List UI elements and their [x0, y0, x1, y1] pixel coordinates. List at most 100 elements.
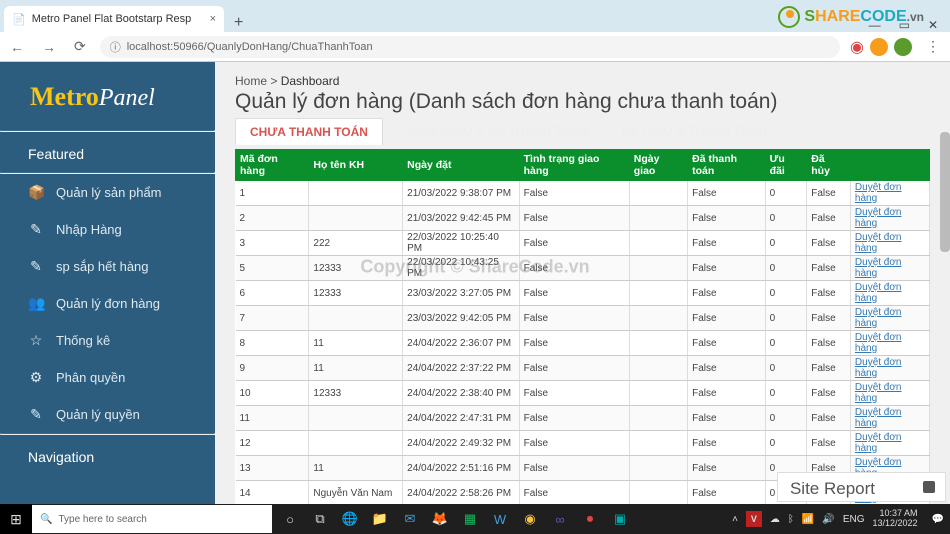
table-cell: [629, 356, 687, 381]
firefox-icon[interactable]: 🦊: [426, 505, 454, 533]
cortana-icon[interactable]: ○: [276, 505, 304, 533]
approve-order-link[interactable]: Duyệt đơn hàng: [855, 432, 902, 454]
table-row: 61233323/03/2022 3:27:05 PMFalseFalse0Fa…: [236, 281, 930, 306]
table-cell: 24/04/2022 2:38:40 PM: [403, 381, 519, 406]
site-report-toggle-icon[interactable]: [923, 481, 935, 493]
menu-label: Quản lý sản phẩm: [56, 185, 162, 200]
notifications-icon[interactable]: 💬: [932, 514, 944, 525]
close-window-icon[interactable]: ✕: [928, 18, 938, 32]
table-cell: False: [688, 456, 766, 481]
browser-tab[interactable]: 📄 Metro Panel Flat Bootstarp Resp ×: [4, 6, 224, 32]
new-tab-button[interactable]: +: [224, 14, 253, 32]
menu-icon: ✎: [28, 258, 44, 275]
excel-icon[interactable]: ▦: [456, 505, 484, 533]
tab-0[interactable]: CHƯA THANH TOÁN: [235, 118, 383, 145]
menu-label: Quản lý quyền: [56, 407, 140, 422]
sharecode-logo-icon: [778, 6, 800, 28]
table-cell: 5: [236, 256, 309, 281]
site-report-panel[interactable]: Site Report: [777, 472, 946, 502]
approve-order-link[interactable]: Duyệt đơn hàng: [855, 332, 902, 354]
table-cell: 24/04/2022 2:47:31 PM: [403, 406, 519, 431]
table-cell: 12333: [309, 256, 403, 281]
tab-title: Metro Panel Flat Bootstarp Resp: [32, 13, 192, 25]
record-icon[interactable]: ⏺: [576, 505, 604, 533]
menu-label: sp sắp hết hàng: [56, 259, 149, 274]
extension-icon[interactable]: [870, 38, 888, 56]
tray-app-icon[interactable]: V: [746, 511, 762, 527]
approve-order-link[interactable]: Duyệt đơn hàng: [855, 407, 902, 429]
taskbar-clock[interactable]: 10:37 AM 13/12/2022: [873, 509, 924, 529]
approve-order-link[interactable]: Duyệt đơn hàng: [855, 282, 902, 304]
app-icon[interactable]: ▣: [606, 505, 634, 533]
table-cell: False: [519, 231, 629, 256]
approve-order-link[interactable]: Duyệt đơn hàng: [855, 182, 902, 204]
approve-order-link[interactable]: Duyệt đơn hàng: [855, 357, 902, 379]
table-cell: False: [688, 331, 766, 356]
table-row: 51233322/03/2022 10:43:25 PMFalseFalse0F…: [236, 256, 930, 281]
sidebar-item-0[interactable]: 📦Quản lý sản phẩm: [0, 174, 215, 211]
table-row: 121/03/2022 9:38:07 PMFalseFalse0FalseDu…: [236, 181, 930, 206]
extension-icon[interactable]: ◉: [850, 37, 864, 57]
address-bar[interactable]: ⓘ localhost:50966/QuanlyDonHang/ChuaThan…: [100, 36, 840, 58]
visualstudio-icon[interactable]: ∞: [546, 505, 574, 533]
sidebar-item-6[interactable]: ✎Quản lý quyền: [0, 396, 215, 433]
sidebar-item-5[interactable]: ⚙Phân quyền: [0, 359, 215, 396]
start-button[interactable]: ⊞: [0, 504, 32, 534]
back-icon[interactable]: ←: [6, 39, 28, 55]
scrollbar-thumb[interactable]: [940, 132, 950, 252]
network-icon[interactable]: 📶: [802, 514, 814, 525]
table-cell: 21/03/2022 9:38:07 PM: [403, 181, 519, 206]
sidebar-item-3[interactable]: 👥Quản lý đơn hàng: [0, 285, 215, 322]
approve-order-link[interactable]: Duyệt đơn hàng: [855, 382, 902, 404]
table-cell: 23/03/2022 9:42:05 PM: [403, 306, 519, 331]
sidebar-item-4[interactable]: ☆Thống kê: [0, 322, 215, 359]
table-cell: [629, 381, 687, 406]
table-cell: 22/03/2022 10:25:40 PM: [403, 231, 519, 256]
menu-icon[interactable]: ⋮: [922, 38, 944, 55]
bluetooth-icon[interactable]: ᛒ: [788, 514, 794, 525]
table-row: 91124/04/2022 2:37:22 PMFalseFalse0False…: [236, 356, 930, 381]
column-header: [850, 150, 929, 181]
close-icon[interactable]: ×: [210, 13, 216, 25]
mail-icon[interactable]: ✉: [396, 505, 424, 533]
sidebar-item-1[interactable]: ✎Nhập Hàng: [0, 211, 215, 248]
column-header: Ngày giao: [629, 150, 687, 181]
edge-icon[interactable]: 🌐: [336, 505, 364, 533]
forward-icon[interactable]: →: [38, 39, 60, 55]
onedrive-icon[interactable]: ☁: [770, 514, 780, 525]
explorer-icon[interactable]: 📁: [366, 505, 394, 533]
table-cell: 0: [765, 206, 807, 231]
extension-icon[interactable]: [894, 38, 912, 56]
table-cell: 0: [765, 331, 807, 356]
task-view-icon[interactable]: ⧉: [306, 505, 334, 533]
info-icon: ⓘ: [110, 39, 121, 55]
sidebar-item-2[interactable]: ✎ sp sắp hết hàng: [0, 248, 215, 285]
column-header: Họ tên KH: [309, 150, 403, 181]
table-cell: [629, 281, 687, 306]
approve-order-link[interactable]: Duyệt đơn hàng: [855, 207, 902, 229]
approve-order-link[interactable]: Duyệt đơn hàng: [855, 232, 902, 254]
tray-chevron-icon[interactable]: ˄: [732, 514, 738, 525]
column-header: Tình trạng giao hàng: [519, 150, 629, 181]
chrome-icon[interactable]: ◉: [516, 505, 544, 533]
breadcrumb-home[interactable]: Home: [235, 74, 267, 88]
tab-2[interactable]: ĐÃ GIAO & THANH TOÁN: [608, 118, 782, 145]
menu-icon: ⚙: [28, 369, 44, 386]
breadcrumb-active: Dashboard: [281, 74, 340, 88]
table-cell: 14: [236, 481, 309, 505]
language-indicator[interactable]: ENG: [843, 514, 865, 525]
word-icon[interactable]: W: [486, 505, 514, 533]
table-cell: False: [688, 356, 766, 381]
approve-order-link[interactable]: Duyệt đơn hàng: [855, 307, 902, 329]
taskbar-search[interactable]: 🔍 Type here to search: [32, 505, 272, 533]
volume-icon[interactable]: 🔊: [822, 514, 834, 525]
tab-1[interactable]: CHƯA GIAO & ĐÃ THANH TOÁN: [389, 118, 602, 145]
table-cell: False: [688, 381, 766, 406]
table-cell: [629, 181, 687, 206]
column-header: Đã hủy: [807, 150, 851, 181]
reload-icon[interactable]: ⟳: [70, 38, 90, 55]
app-logo: MetroPanel: [0, 72, 215, 130]
table-cell: False: [807, 181, 851, 206]
approve-order-link[interactable]: Duyệt đơn hàng: [855, 257, 902, 279]
table-cell: False: [519, 456, 629, 481]
